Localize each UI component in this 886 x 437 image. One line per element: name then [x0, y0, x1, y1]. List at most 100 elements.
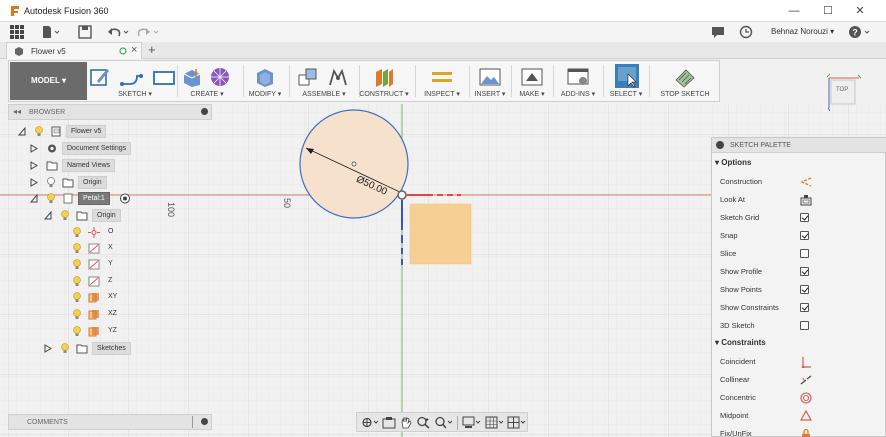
collapse-triangle-icon[interactable]	[44, 211, 52, 220]
tree-item-origin-point[interactable]: O	[70, 226, 130, 239]
close-tab-button[interactable]: ×	[131, 44, 137, 56]
circle-center-point[interactable]	[351, 161, 357, 167]
palette-row-3d-sketch[interactable]: 3D Sketch	[720, 319, 880, 333]
select-icon[interactable]	[615, 64, 639, 88]
tree-item-sketches[interactable]: Sketches	[44, 342, 144, 355]
insert-menu[interactable]: INSERT ▾	[471, 90, 509, 98]
insert-group[interactable]: INSERT ▾	[471, 61, 509, 101]
display-settings-icon[interactable]	[462, 416, 482, 429]
create-sketch-icon[interactable]	[89, 66, 111, 88]
show-points-checkbox[interactable]	[800, 285, 809, 294]
file-menu-icon[interactable]	[42, 25, 62, 39]
palette-options-icon[interactable]	[716, 141, 724, 149]
visibility-bulb-icon[interactable]	[46, 193, 56, 204]
palette-row-show-points[interactable]: Show Points	[720, 283, 880, 297]
browser-options-icon[interactable]	[201, 108, 208, 115]
form-icon[interactable]	[209, 66, 231, 88]
constraint-collinear[interactable]: Collinear	[720, 373, 880, 387]
expand-triangle-icon[interactable]	[30, 144, 38, 153]
help-icon[interactable]: ?	[848, 25, 872, 39]
tree-item-yz-plane[interactable]: YZ	[70, 325, 130, 338]
3d-sketch-checkbox[interactable]	[800, 321, 809, 330]
palette-row-slice[interactable]: Slice	[720, 247, 880, 261]
constraint-coincident[interactable]: Coincident	[720, 355, 880, 369]
tree-item-named-views[interactable]: Named Views	[30, 159, 130, 172]
visibility-bulb-icon[interactable]	[72, 227, 82, 238]
make-menu[interactable]: MAKE ▾	[513, 90, 551, 98]
tree-item-xy-plane[interactable]: XY	[70, 291, 130, 304]
look-at-icon[interactable]	[800, 194, 812, 206]
palette-row-snap[interactable]: Snap	[720, 229, 880, 243]
visibility-bulb-icon[interactable]	[72, 309, 82, 320]
constraint-fix-unfix[interactable]: Fix/UnFix	[720, 427, 880, 437]
lock-icon[interactable]	[800, 428, 812, 437]
insert-image-icon[interactable]	[479, 66, 501, 88]
modify-group[interactable]: MODIFY ▾	[245, 61, 285, 101]
construct-group[interactable]: CONSTRUCT ▾	[357, 61, 411, 101]
3d-print-icon[interactable]	[521, 66, 543, 88]
tree-item-y-axis[interactable]: Y	[70, 258, 130, 271]
tree-item-z-axis[interactable]: Z	[70, 275, 130, 288]
expand-triangle-icon[interactable]	[44, 344, 52, 353]
collapse-triangle-icon[interactable]	[18, 127, 26, 136]
tree-item-x-axis[interactable]: X	[70, 242, 130, 255]
viewports-icon[interactable]	[507, 416, 527, 429]
measure-icon[interactable]	[431, 66, 453, 88]
create-menu[interactable]: CREATE ▾	[179, 90, 235, 98]
select-menu[interactable]: SELECT ▾	[605, 90, 647, 98]
notifications-icon[interactable]	[711, 25, 725, 39]
make-group[interactable]: MAKE ▾	[513, 61, 551, 101]
sketch-palette-header[interactable]: SKETCH PALETTE	[712, 138, 886, 153]
save-icon[interactable]	[78, 25, 92, 39]
select-group[interactable]: SELECT ▾	[605, 61, 647, 101]
coincident-icon[interactable]	[800, 356, 812, 368]
undo-icon[interactable]	[106, 25, 130, 39]
maximize-button[interactable]: ☐	[816, 3, 840, 19]
visibility-bulb-icon[interactable]	[72, 326, 82, 337]
tab-flower-v5[interactable]: Flower v5 ×	[6, 42, 142, 59]
new-component-icon[interactable]	[297, 66, 319, 88]
collapse-browser-icon[interactable]: ◂◂	[13, 107, 21, 116]
tree-item-root[interactable]: Flower v5	[18, 125, 138, 138]
collinear-icon[interactable]	[800, 374, 812, 386]
activate-radio-icon[interactable]	[119, 193, 131, 204]
midpoint-icon[interactable]	[800, 410, 812, 422]
comments-options-icon[interactable]	[201, 418, 208, 425]
expand-triangle-icon[interactable]	[30, 161, 38, 170]
sketch-origin-point[interactable]	[397, 190, 407, 200]
palette-row-sketch-grid[interactable]: Sketch Grid	[720, 211, 880, 225]
show-profile-checkbox[interactable]	[800, 267, 809, 276]
construct-menu[interactable]: CONSTRUCT ▾	[357, 90, 411, 98]
tree-item-document-settings[interactable]: Document Settings	[30, 142, 150, 155]
constraints-section-toggle[interactable]: ▾ Constraints	[715, 338, 766, 347]
browser-panel-header[interactable]: ◂◂ BROWSER	[8, 104, 212, 120]
rectangle-icon[interactable]	[151, 66, 177, 88]
data-panel-grid-icon[interactable]	[10, 25, 24, 39]
grid-settings-icon[interactable]	[485, 416, 505, 429]
minimize-button[interactable]: —	[782, 3, 806, 19]
visibility-bulb-icon[interactable]	[72, 259, 82, 270]
visibility-bulb-icon[interactable]	[72, 243, 82, 254]
visibility-bulb-off-icon[interactable]	[46, 177, 56, 188]
assemble-group[interactable]: ASSEMBLE ▾	[291, 61, 357, 101]
fit-zoom-window-icon[interactable]	[434, 416, 454, 429]
scripts-add-ins-icon[interactable]	[567, 66, 589, 88]
slice-checkbox[interactable]	[800, 249, 809, 258]
create-group[interactable]: CREATE ▾	[179, 61, 235, 101]
sketch-grid-checkbox[interactable]	[800, 213, 809, 222]
add-ins-group[interactable]: ADD-INS ▾	[555, 61, 601, 101]
snap-checkbox[interactable]	[800, 231, 809, 240]
sketch-group[interactable]: SKETCH ▾	[87, 61, 183, 101]
offset-plane-icon[interactable]	[373, 66, 395, 88]
joint-icon[interactable]	[327, 66, 349, 88]
visibility-bulb-icon[interactable]	[72, 292, 82, 303]
pan-hand-icon[interactable]	[399, 416, 413, 429]
stop-sketch-icon[interactable]	[674, 66, 696, 88]
show-constraints-checkbox[interactable]	[800, 303, 809, 312]
constraint-concentric[interactable]: Concentric	[720, 391, 880, 405]
collapse-triangle-icon[interactable]	[30, 194, 38, 203]
user-account-menu[interactable]: Behnaz Norouzi ▾	[771, 27, 834, 36]
redo-icon[interactable]	[136, 25, 160, 39]
expand-triangle-icon[interactable]	[30, 178, 38, 187]
line-icon[interactable]	[119, 66, 145, 88]
